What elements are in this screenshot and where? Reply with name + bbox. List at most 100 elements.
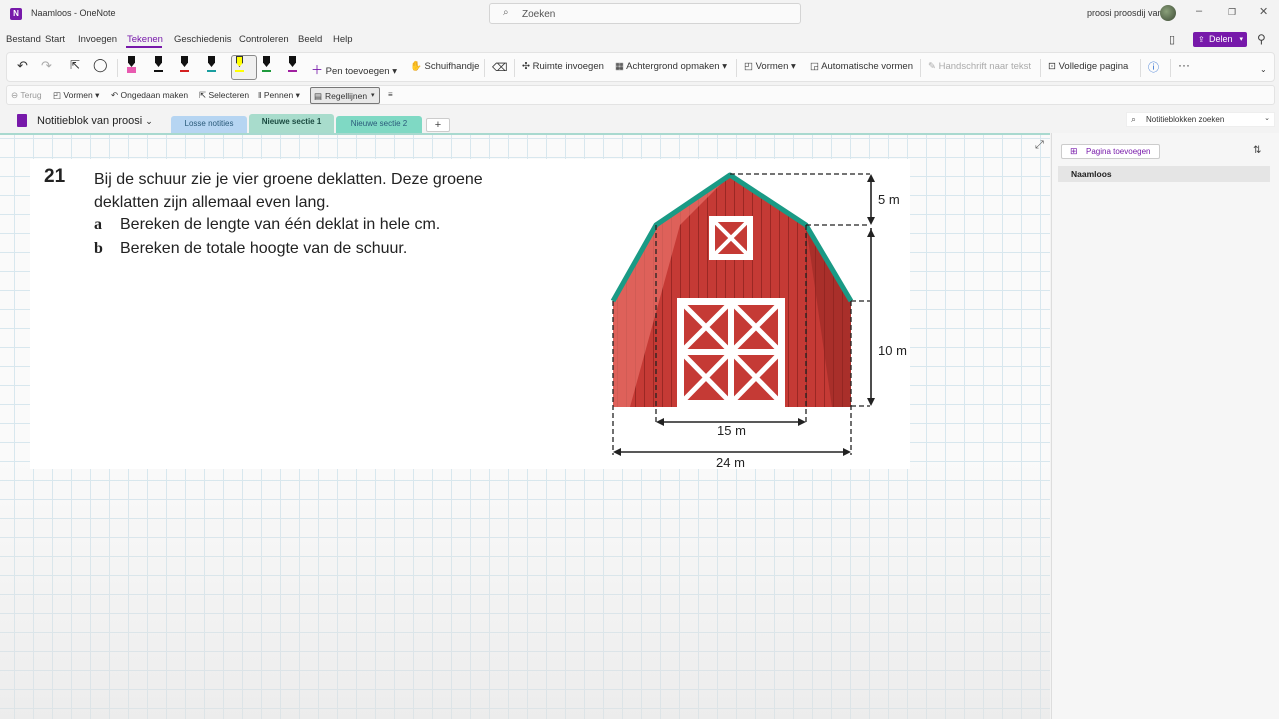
collapse-ribbon-icon[interactable]: ⌄	[1260, 65, 1267, 74]
menu-beeld[interactable]: Beeld	[298, 34, 322, 45]
chevron-down-icon: ⌄	[145, 116, 153, 126]
undo-button[interactable]: ↶ Ongedaan maken	[111, 90, 188, 101]
menu-help[interactable]: Help	[333, 34, 353, 45]
notebook-selector[interactable]: Notitieblok van proosi ⌄	[37, 115, 153, 127]
background-button[interactable]: ▦ Achtergrond opmaken ▾	[615, 61, 727, 72]
pen-red-icon[interactable]	[179, 56, 190, 76]
close-button[interactable]: ✕	[1259, 5, 1268, 18]
notebook-search-placeholder: Notitieblokken zoeken	[1146, 115, 1225, 124]
pen-black-icon[interactable]	[153, 56, 164, 76]
ink-to-text-icon: ✎	[928, 61, 936, 72]
onenote-logo-icon: N	[10, 8, 22, 20]
sub-question-b: b Bereken de totale hoogte van de schuur.	[94, 240, 408, 257]
menu-tekenen[interactable]: Tekenen	[127, 34, 163, 45]
dimension-label-24m: 24 m	[716, 455, 745, 470]
select-button[interactable]: ⇱ Selecteren	[199, 90, 249, 101]
divider	[736, 59, 737, 77]
notebook-view-icon[interactable]: ▯	[1169, 33, 1175, 46]
ink-to-text-button[interactable]: ✎ Handschrift naar tekst	[928, 61, 1031, 72]
shapes-button[interactable]: ◰ Vormen ▾	[744, 61, 796, 72]
cursor-icon: ⇱	[199, 90, 207, 100]
plus-icon: ＋	[311, 63, 324, 77]
menu-start[interactable]: Start	[45, 34, 65, 45]
shapes-menu-button[interactable]: ◰ Vormen ▾	[53, 90, 99, 101]
question-text: Bij de schuur zie je vier groene deklatt…	[94, 171, 483, 211]
restore-button[interactable]: ❐	[1228, 7, 1236, 18]
divider	[1170, 59, 1171, 77]
full-page-button[interactable]: ⊡ Volledige pagina	[1048, 61, 1128, 72]
page-list-pane	[1051, 133, 1279, 719]
barn-window	[709, 216, 753, 260]
select-cursor-icon[interactable]: ⇱	[70, 58, 80, 72]
hand-icon: ✋	[410, 61, 422, 72]
auto-shapes-button[interactable]: ◲ Automatische vormen	[810, 61, 913, 72]
user-name[interactable]: proosi proosdij van	[1087, 8, 1163, 18]
search-input[interactable]: ⌕ Zoeken	[489, 3, 801, 24]
menu-bestand[interactable]: Bestand	[6, 34, 41, 45]
share-button[interactable]: ⇪ Delen ▾	[1193, 32, 1247, 47]
page-list-item[interactable]: Naamloos	[1058, 166, 1270, 182]
add-page-button[interactable]: ⊞ Pagina toevoegen	[1061, 144, 1160, 159]
menu-controleren[interactable]: Controleren	[239, 34, 289, 45]
divider	[514, 59, 515, 77]
full-page-icon: ⊡	[1048, 61, 1056, 72]
avatar[interactable]	[1160, 5, 1176, 21]
add-section-button[interactable]: +	[426, 118, 450, 132]
redo-icon[interactable]: ↷	[41, 58, 52, 74]
menu-invoegen[interactable]: Invoegen	[78, 34, 117, 45]
question-number: 21	[44, 166, 66, 187]
pen-teal-icon[interactable]	[206, 56, 217, 76]
undo-icon: ↶	[111, 90, 119, 100]
expand-icon[interactable]: ⤢	[1035, 139, 1044, 152]
pens-button[interactable]: ǁ Pennen ▾	[258, 90, 300, 101]
eraser-icon[interactable]: ⌫	[492, 61, 508, 74]
grid-icon: ▦	[615, 61, 624, 72]
divider	[920, 59, 921, 77]
lasso-icon[interactable]: ◯	[93, 57, 108, 73]
add-pen-button[interactable]: ＋ Pen toevoegen ▾	[311, 61, 397, 78]
barn-illustration: 5 m 10 m 15 m 24 m	[610, 172, 907, 470]
search-icon: ⌕	[1131, 114, 1137, 124]
insert-space-icon: ✣	[522, 61, 530, 72]
customize-toolbar-icon[interactable]: ≡	[388, 90, 393, 99]
quick-toolbar: ⊖ Terug ◰ Vormen ▾ ↶ Ongedaan maken ⇱ Se…	[6, 85, 1275, 105]
pens-icon: ǁ	[258, 90, 262, 100]
rule-lines-icon: ▤	[314, 91, 323, 101]
menu-geschiedenis[interactable]: Geschiedenis	[174, 34, 232, 45]
tab-losse-notities[interactable]: Losse notities	[171, 116, 247, 133]
search-placeholder: Zoeken	[522, 9, 556, 20]
tab-nieuwe-sectie-1[interactable]: Nieuwe sectie 1	[249, 114, 334, 133]
draw-ribbon: ↶ ↷ ⇱ ◯ ＋ Pen toevoegen ▾ ✋ Schuifhandje…	[6, 52, 1275, 82]
dimension-label-5m: 5 m	[878, 192, 900, 207]
sub-question-a: a Bereken de lengte van één deklat in hel…	[94, 216, 441, 233]
help-icon[interactable]: ⓘ	[1148, 59, 1159, 75]
copilot-icon[interactable]: ⚲	[1257, 32, 1266, 46]
dimension-label-15m: 15 m	[717, 423, 746, 438]
divider	[1040, 59, 1041, 77]
chevron-down-icon: ⌄	[1264, 115, 1270, 122]
minimize-button[interactable]: –	[1196, 5, 1202, 17]
lasso-tool-button[interactable]: ✋ Schuifhandje	[410, 61, 479, 72]
share-label: Delen	[1209, 34, 1233, 44]
back-button[interactable]: ⊖ Terug	[11, 90, 42, 101]
title-bar: N Naamloos - OneNote ⌕ Zoeken proosi pro…	[0, 0, 1279, 28]
menu-bar: Bestand Start Invoegen Tekenen Geschiede…	[0, 31, 1279, 49]
active-menu-underline	[126, 46, 162, 48]
notebook-icon	[17, 114, 27, 127]
pen-yellow-highlighter-icon[interactable]	[234, 56, 245, 76]
back-icon: ⊖	[11, 90, 19, 100]
pen-purple-icon[interactable]	[287, 56, 298, 76]
undo-icon[interactable]: ↶	[17, 58, 28, 74]
pen-green-icon[interactable]	[261, 56, 272, 76]
tab-nieuwe-sectie-2[interactable]: Nieuwe sectie 2	[336, 116, 422, 133]
notebook-search-input[interactable]: ⌕ Notitieblokken zoeken ⌄	[1126, 112, 1275, 127]
insert-space-button[interactable]: ✣ Ruimte invoegen	[522, 61, 604, 72]
sort-icon[interactable]: ⇅	[1253, 145, 1261, 156]
divider	[484, 59, 485, 77]
pen-pink-icon[interactable]	[126, 56, 137, 76]
search-icon: ⌕	[503, 7, 509, 18]
auto-shapes-icon: ◲	[810, 61, 819, 72]
more-options-icon[interactable]: ···	[1178, 58, 1190, 72]
rule-lines-button[interactable]: ▤ Regellijnen ▾	[310, 87, 380, 104]
add-page-icon: ⊞	[1070, 146, 1078, 156]
